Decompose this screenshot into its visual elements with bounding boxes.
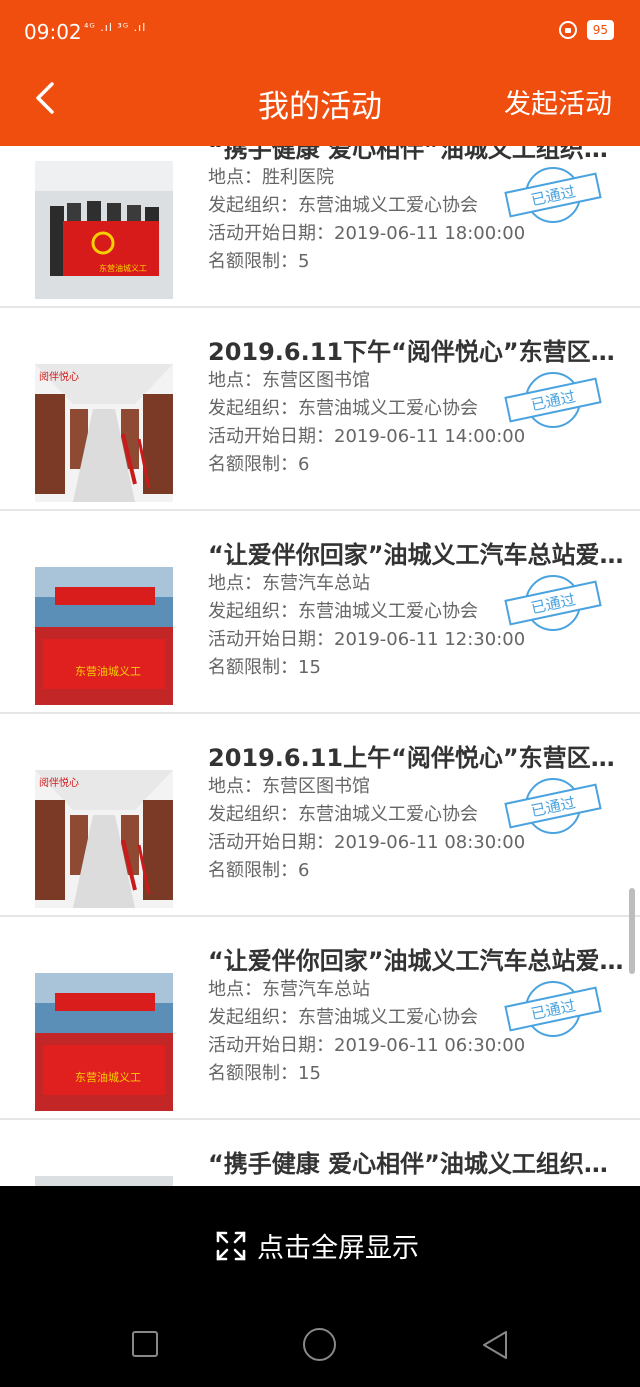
activity-start-date: 活动开始日期：2019-06-11 06:30:00 — [208, 1035, 526, 1056]
activity-list[interactable]: 东营油城义工 “携手健康 爱心相伴”油城义工组织… 地点：胜利医院 发起组织：东… — [0, 146, 640, 1186]
approved-stamp-icon: 已通过 — [504, 167, 602, 223]
signal-icon: ⁴ᴳ .ıl ³ᴳ .ıl — [84, 21, 147, 34]
activity-item[interactable]: 阅伴悦心 2019.6.11下午“阅伴悦心”东营区图… 地点：东营区图书馆 发起… — [0, 308, 640, 511]
activity-thumbnail: 东营油城义工 — [35, 161, 173, 299]
status-icons: 95 — [558, 20, 614, 40]
activity-item[interactable]: 东营油城义工 “让爱伴你回家”油城义工汽车总站爱… 地点：东营汽车总站 发起组织… — [0, 917, 640, 1120]
activity-thumbnail: 东营油城义工 — [35, 973, 173, 1111]
thumbnail-banner-text: 东营油城义工 — [75, 1070, 141, 1084]
battery-icon: 95 — [586, 20, 614, 40]
activity-location: 地点：东营区图书馆 — [208, 370, 370, 391]
approved-stamp-icon: 已通过 — [504, 778, 602, 834]
fullscreen-bar[interactable]: 点击全屏显示 — [0, 1186, 640, 1304]
thumbnail-banner-text: 阅伴悦心 — [39, 370, 79, 383]
activity-item[interactable]: “携手健康 爱心相伴”油城义工组织… — [0, 1120, 640, 1186]
expand-icon — [216, 1231, 246, 1260]
thumbnail-banner-text: 东营油城义工 — [99, 263, 147, 273]
activity-location: 地点：东营汽车总站 — [208, 979, 370, 1000]
activity-title: “让爱伴你回家”油城义工汽车总站爱… — [208, 947, 624, 975]
activity-start-date: 活动开始日期：2019-06-11 08:30:00 — [208, 832, 526, 853]
status-bar: 09:02 ⁴ᴳ .ıl ³ᴳ .ıl 95 — [0, 0, 640, 64]
activity-start-date: 活动开始日期：2019-06-11 18:00:00 — [208, 223, 526, 244]
app-header: 我的活动 发起活动 — [0, 64, 640, 146]
activity-thumbnail — [35, 1176, 173, 1186]
home-icon[interactable] — [303, 1328, 336, 1361]
activity-title: 2019.6.11上午“阅伴悦心”东营区图… — [208, 744, 638, 772]
activity-item[interactable]: 东营油城义工 “携手健康 爱心相伴”油城义工组织… 地点：胜利医院 发起组织：东… — [0, 146, 640, 308]
activity-title: “携手健康 爱心相伴”油城义工组织… — [208, 146, 608, 163]
activity-item[interactable]: 阅伴悦心 2019.6.11上午“阅伴悦心”东营区图… 地点：东营区图书馆 发起… — [0, 714, 640, 917]
approved-stamp-icon: 已通过 — [504, 372, 602, 428]
activity-title: “携手健康 爱心相伴”油城义工组织… — [208, 1150, 608, 1178]
activity-start-date: 活动开始日期：2019-06-11 14:00:00 — [208, 426, 526, 447]
activity-thumbnail: 阅伴悦心 — [35, 364, 173, 502]
activity-quota: 名额限制：15 — [208, 657, 321, 678]
thumbnail-banner-text: 阅伴悦心 — [39, 776, 79, 789]
activity-title: “让爱伴你回家”油城义工汽车总站爱… — [208, 541, 624, 569]
activity-organizer: 发起组织：东营油城义工爱心协会 — [208, 398, 478, 419]
activity-location: 地点：东营区图书馆 — [208, 776, 370, 797]
activity-organizer: 发起组织：东营油城义工爱心协会 — [208, 601, 478, 622]
activity-organizer: 发起组织：东营油城义工爱心协会 — [208, 1007, 478, 1028]
thumbnail-banner-text: 东营油城义工 — [75, 664, 141, 678]
activity-thumbnail: 阅伴悦心 — [35, 770, 173, 908]
activity-quota: 名额限制：6 — [208, 860, 310, 881]
recent-apps-icon[interactable] — [132, 1331, 158, 1357]
activity-quota: 名额限制：6 — [208, 454, 310, 475]
activity-thumbnail: 东营油城义工 — [35, 567, 173, 705]
activity-start-date: 活动开始日期：2019-06-11 12:30:00 — [208, 629, 526, 650]
activity-location: 地点：胜利医院 — [208, 167, 334, 188]
launch-activity-button[interactable]: 发起活动 — [504, 82, 612, 121]
lock-icon — [558, 21, 577, 39]
activity-quota: 名额限制：15 — [208, 1063, 321, 1084]
activity-organizer: 发起组织：东营油城义工爱心协会 — [208, 195, 478, 216]
activity-location: 地点：东营汽车总站 — [208, 573, 370, 594]
scrollbar[interactable] — [629, 888, 635, 974]
fullscreen-label: 点击全屏显示 — [257, 1233, 419, 1264]
system-nav-bar — [0, 1304, 640, 1387]
activity-organizer: 发起组织：东营油城义工爱心协会 — [208, 804, 478, 825]
activity-item[interactable]: 东营油城义工 “让爱伴你回家”油城义工汽车总站爱… 地点：东营汽车总站 发起组织… — [0, 511, 640, 714]
approved-stamp-icon: 已通过 — [504, 575, 602, 631]
fullscreen-button[interactable]: 点击全屏显示 — [215, 1226, 419, 1265]
status-time: 09:02 — [24, 20, 82, 44]
approved-stamp-icon: 已通过 — [504, 981, 602, 1037]
activity-quota: 名额限制：5 — [208, 251, 310, 272]
activity-title: 2019.6.11下午“阅伴悦心”东营区图… — [208, 338, 638, 366]
back-triangle-icon[interactable] — [478, 1328, 512, 1362]
